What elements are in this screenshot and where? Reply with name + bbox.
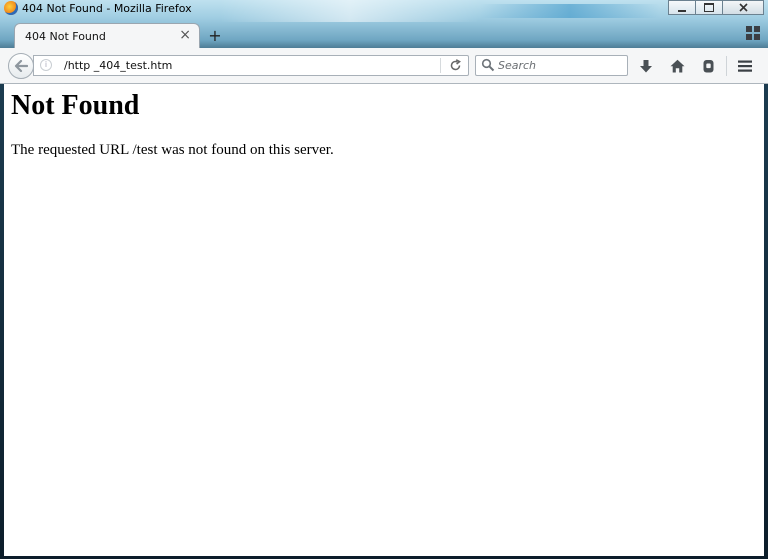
home-button[interactable]	[668, 57, 686, 75]
url-bar[interactable]: i /http _404_test.htm	[33, 55, 469, 76]
toolbar-separator	[726, 56, 727, 76]
close-window-button[interactable]	[722, 0, 764, 15]
pocket-icon	[703, 60, 713, 73]
search-input[interactable]	[498, 57, 622, 73]
back-arrow-icon	[14, 60, 28, 72]
search-icon	[481, 58, 495, 72]
download-button[interactable]	[637, 57, 655, 75]
download-icon	[640, 59, 652, 72]
page-heading: Not Found	[11, 90, 140, 121]
page-content: Not Found The requested URL /test was no…	[4, 84, 764, 556]
tab-404-not-found[interactable]: 404 Not Found ×	[14, 23, 200, 49]
restore-button[interactable]	[695, 0, 723, 15]
reload-icon[interactable]	[446, 57, 464, 74]
url-text[interactable]: /http _404_test.htm	[64, 59, 172, 72]
home-icon	[670, 59, 684, 73]
tab-label: 404 Not Found	[25, 30, 106, 43]
new-tab-button[interactable]: +	[206, 27, 224, 45]
window-controls	[668, 0, 764, 15]
menu-button[interactable]	[736, 57, 754, 75]
navigation-toolbar: i /http _404_test.htm	[0, 48, 768, 84]
back-button[interactable]	[8, 53, 34, 79]
tab-close-icon[interactable]: ×	[179, 28, 191, 42]
firefox-logo-icon	[4, 1, 18, 15]
window-titlebar[interactable]: 404 Not Found - Mozilla Firefox	[0, 0, 768, 18]
url-bar-divider	[440, 58, 441, 73]
close-icon	[738, 3, 748, 12]
restore-icon	[704, 3, 714, 12]
tab-groups-icon[interactable]	[746, 26, 760, 40]
window-title: 404 Not Found - Mozilla Firefox	[22, 2, 192, 15]
error-message: The requested URL /test was not found on…	[11, 142, 334, 158]
info-icon[interactable]: i	[40, 59, 52, 71]
tab-strip: 404 Not Found × +	[0, 18, 768, 49]
menu-icon	[738, 60, 752, 72]
minimize-button[interactable]	[668, 0, 696, 15]
search-bar[interactable]	[475, 55, 628, 76]
minimize-icon	[678, 9, 686, 12]
pocket-button[interactable]	[699, 57, 717, 75]
